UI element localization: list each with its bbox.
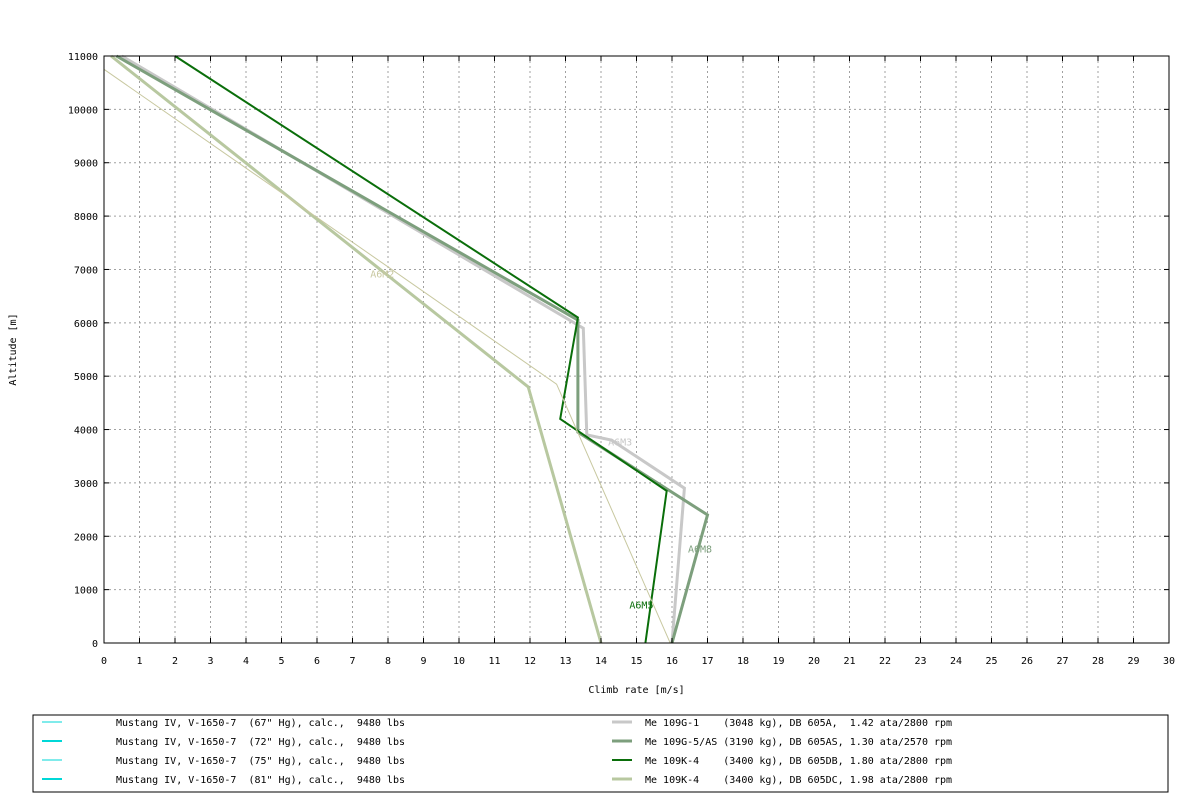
x-tick-label: 29 bbox=[1127, 656, 1139, 667]
x-tick-label: 21 bbox=[843, 656, 855, 667]
legend: Mustang IV, V-1650-7 (67" Hg), calc., 94… bbox=[32, 714, 1169, 793]
y-tick-label: 9000 bbox=[74, 159, 98, 170]
y-tick-label: 0 bbox=[92, 639, 98, 650]
x-tick-label: 3 bbox=[207, 656, 213, 667]
series-line-4 bbox=[121, 54, 686, 644]
x-tick-label: 7 bbox=[349, 656, 355, 667]
x-tick-label: 13 bbox=[559, 656, 571, 667]
annotation-label: A6M3 bbox=[608, 438, 632, 449]
x-tick-label: 27 bbox=[1056, 656, 1068, 667]
x-tick-label: 10 bbox=[453, 656, 465, 667]
y-axis-ticks: 0 1000 2000 3000 4000 5000 6000 7000 8000 9000 100… bbox=[68, 52, 1169, 650]
x-tick-label: 20 bbox=[808, 656, 820, 667]
x-tick-label: 15 bbox=[630, 656, 642, 667]
annotation-label: A6M5 bbox=[629, 600, 653, 611]
y-tick-label: 2000 bbox=[74, 532, 98, 543]
y-tick-label: 1000 bbox=[74, 586, 98, 597]
x-tick-label: 17 bbox=[701, 656, 713, 667]
x-axis-label: Climb rate [m/s] bbox=[588, 685, 684, 696]
x-tick-label: 26 bbox=[1021, 656, 1033, 667]
legend-entry-label: Me 109G-1 (3048 kg), DB 605A, 1.42 ata/2… bbox=[645, 718, 952, 729]
x-tick-label: 4 bbox=[243, 656, 249, 667]
y-tick-label: 4000 bbox=[74, 426, 98, 437]
series-line-6 bbox=[174, 55, 668, 644]
x-tick-label: 9 bbox=[420, 656, 426, 667]
legend-entry-label: Me 109K-4 (3400 kg), DB 605DC, 1.98 ata/… bbox=[645, 775, 952, 786]
x-tick-label: 6 bbox=[314, 656, 320, 667]
climb-rate-chart: 0 1 2 3 4 5 6 7 8 9 10 11 12 13 14 15 16 17 18 19 20 21 22 23 24… bbox=[8, 52, 1175, 793]
x-tick-label: 16 bbox=[666, 656, 678, 667]
y-tick-label: 11000 bbox=[68, 52, 98, 63]
y-tick-label: 3000 bbox=[74, 479, 98, 490]
x-tick-label: 19 bbox=[772, 656, 784, 667]
series-line-5 bbox=[115, 54, 710, 644]
x-tick-label: 25 bbox=[985, 656, 997, 667]
y-tick-label: 10000 bbox=[68, 105, 98, 116]
legend-entry-label: Mustang IV, V-1650-7 (75" Hg), calc., 94… bbox=[116, 756, 405, 767]
x-tick-label: 22 bbox=[879, 656, 891, 667]
legend-entry-label: Mustang IV, V-1650-7 (67" Hg), calc., 94… bbox=[116, 718, 405, 729]
legend-entry-label: Mustang IV, V-1650-7 (72" Hg), calc., 94… bbox=[116, 737, 405, 748]
x-tick-label: 12 bbox=[524, 656, 536, 667]
series-line-7 bbox=[110, 54, 603, 644]
series-lines bbox=[103, 54, 710, 644]
x-axis-ticks: 0 1 2 3 4 5 6 7 8 9 10 11 12 13 14 15 16 17 18 19 20 21 22 23 24… bbox=[101, 56, 1175, 667]
x-tick-label: 8 bbox=[385, 656, 391, 667]
annotations: A6M2 A6M3 A6M8 A6M5 bbox=[370, 269, 712, 611]
y-tick-label: 6000 bbox=[74, 319, 98, 330]
y-tick-label: 7000 bbox=[74, 265, 98, 276]
x-tick-label: 23 bbox=[914, 656, 926, 667]
legend-entry-label: Me 109G-5/AS (3190 kg), DB 605AS, 1.30 a… bbox=[645, 737, 952, 748]
legend-entry-label: Mustang IV, V-1650-7 (81" Hg), calc., 94… bbox=[116, 775, 405, 786]
x-tick-label: 5 bbox=[278, 656, 284, 667]
x-tick-label: 30 bbox=[1163, 656, 1175, 667]
x-tick-label: 18 bbox=[737, 656, 749, 667]
x-tick-label: 28 bbox=[1092, 656, 1104, 667]
grid-lines bbox=[104, 56, 1169, 643]
x-tick-label: 1 bbox=[136, 656, 142, 667]
x-tick-label: 14 bbox=[595, 656, 607, 667]
y-tick-label: 8000 bbox=[74, 212, 98, 223]
y-tick-label: 5000 bbox=[74, 372, 98, 383]
x-tick-label: 2 bbox=[172, 656, 178, 667]
x-tick-label: 0 bbox=[101, 656, 107, 667]
legend-entry-label: Me 109K-4 (3400 kg), DB 605DB, 1.80 ata/… bbox=[645, 756, 952, 767]
plot-frame bbox=[103, 55, 1170, 644]
annotation-label: A6M8 bbox=[688, 544, 712, 555]
x-tick-label: 11 bbox=[488, 656, 500, 667]
annotation-label: A6M2 bbox=[370, 269, 394, 280]
x-tick-label: 24 bbox=[950, 656, 962, 667]
y-axis-label: Altitude [m] bbox=[8, 313, 19, 385]
